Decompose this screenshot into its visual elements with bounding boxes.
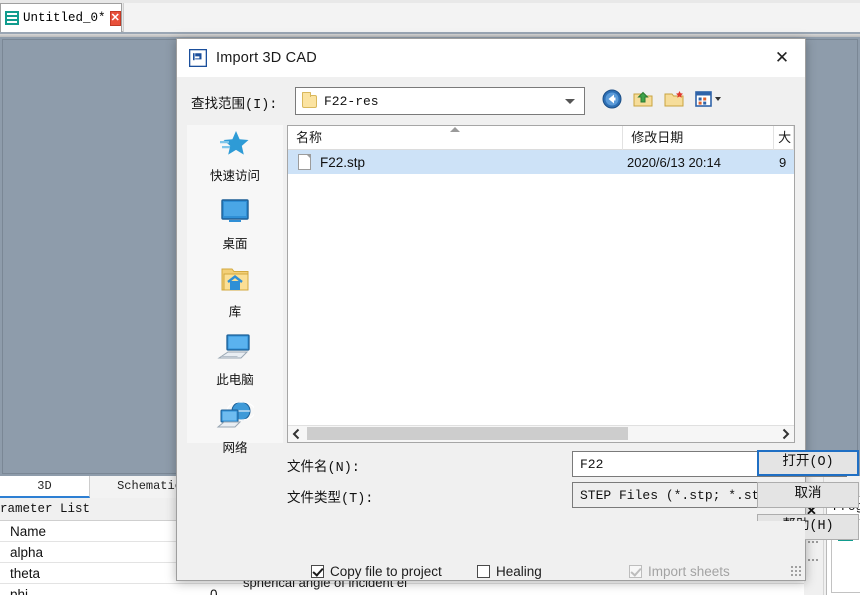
parameter-name: theta — [10, 566, 41, 581]
option-label: Copy file to project — [330, 564, 442, 579]
quick-access-star-icon — [216, 127, 254, 161]
place-label: 快速访问 — [209, 169, 260, 183]
place-libraries[interactable]: 库 — [187, 263, 283, 329]
column-header-size[interactable]: 大 — [774, 126, 794, 150]
navigation-toolbar — [601, 88, 721, 110]
filename-value: F22 — [580, 456, 604, 472]
folder-icon — [302, 91, 317, 108]
close-icon[interactable]: ✕ — [759, 39, 805, 77]
place-network[interactable]: 网络 — [187, 399, 283, 465]
close-icon[interactable]: ✕ — [109, 10, 121, 26]
parameter-name: alpha — [10, 545, 44, 560]
look-in-row: 查找范围(I): F22-res — [191, 87, 795, 117]
dialog-title: Import 3D CAD — [216, 50, 317, 66]
list-item[interactable]: F22.stp 2020/6/13 20:14 9 — [288, 150, 794, 174]
scrollbar-track[interactable] — [305, 426, 777, 442]
place-desktop[interactable]: 桌面 — [187, 195, 283, 261]
place-this-pc[interactable]: 此电脑 — [187, 331, 283, 397]
cancel-button[interactable]: 取消 — [757, 482, 859, 508]
new-folder-icon[interactable] — [663, 88, 685, 110]
dialog-title-bar[interactable]: Import 3D CAD ✕ — [177, 39, 805, 77]
look-in-value: F22-res — [324, 93, 379, 109]
place-quick-access[interactable]: 快速访问 — [187, 127, 283, 193]
place-label: 桌面 — [222, 237, 248, 251]
dock-grip[interactable] — [807, 558, 819, 562]
checkbox-icon[interactable] — [477, 565, 490, 578]
import-3d-cad-dialog: Import 3D CAD ✕ 查找范围(I): F22-res 快速访问 桌面… — [176, 38, 859, 595]
cad-app-icon — [188, 48, 208, 68]
option-import-sheets: Import sheets — [629, 564, 730, 579]
look-in-label: 查找范围(I): — [191, 98, 278, 113]
up-folder-icon[interactable] — [632, 88, 654, 110]
tab-3d[interactable]: 3D — [0, 476, 90, 498]
import-options: Copy file to project Scale to current un… — [177, 521, 805, 595]
resize-grip[interactable] — [790, 565, 802, 577]
parameter-name: phi — [10, 587, 29, 595]
back-arrow-icon[interactable] — [601, 88, 623, 110]
place-label: 库 — [228, 305, 242, 319]
filename-row: 文件名(N): F22 — [287, 451, 847, 477]
look-in-combobox[interactable]: F22-res — [295, 87, 585, 115]
document-icon — [5, 11, 19, 25]
chevron-right-icon[interactable] — [777, 426, 794, 442]
dock-grip[interactable] — [807, 540, 819, 544]
scrollbar-thumb[interactable] — [307, 427, 628, 440]
file-date: 2020/6/13 20:14 — [627, 154, 721, 170]
chevron-left-icon[interactable] — [288, 426, 305, 442]
dialog-body: 查找范围(I): F22-res 快速访问 桌面 库 此电脑 网络 名称 修改日… — [177, 77, 859, 595]
document-tab-untitled[interactable]: Untitled_0* ✕ — [0, 3, 122, 32]
file-name: F22.stp — [320, 154, 366, 170]
filetype-value: STEP Files (*.stp; *.step) — [580, 487, 783, 503]
tab-strip-empty-area — [123, 3, 860, 32]
libraries-folder-icon — [216, 263, 254, 297]
checkbox-icon[interactable] — [311, 565, 324, 578]
application-window: Untitled_0* ✕ 3D Schematic rameter List … — [0, 0, 860, 595]
views-grid-icon[interactable] — [694, 88, 721, 110]
horizontal-scrollbar[interactable] — [288, 425, 794, 442]
option-healing[interactable]: Healing — [477, 564, 542, 579]
network-icon — [216, 399, 256, 433]
document-tab-label: Untitled_0* — [23, 11, 106, 25]
option-label: Healing — [496, 564, 542, 579]
desktop-icon — [216, 195, 254, 229]
filename-label: 文件名(N): — [287, 461, 360, 476]
document-tab-strip: Untitled_0* ✕ — [0, 0, 860, 32]
place-label: 此电脑 — [216, 373, 254, 387]
option-copy-file-to-project[interactable]: Copy file to project — [311, 564, 442, 579]
filetype-row: 文件类型(T): STEP Files (*.stp; *.step) — [287, 482, 847, 508]
file-icon — [298, 154, 311, 170]
parameter-name: Name — [10, 524, 47, 539]
place-label: 网络 — [222, 441, 248, 455]
progress-panel: Prog — [826, 496, 860, 595]
file-list-header: 名称 修改日期 大 — [288, 126, 794, 150]
sort-ascending-icon — [450, 127, 460, 132]
checkbox-icon — [629, 565, 642, 578]
chevron-down-icon[interactable] — [565, 98, 575, 104]
column-header-date[interactable]: 修改日期 — [623, 126, 775, 150]
parameter-value: 0 — [210, 587, 218, 595]
this-pc-icon — [216, 331, 254, 365]
filetype-label: 文件类型(T): — [287, 492, 374, 507]
open-button[interactable]: 打开(O) — [757, 450, 859, 476]
file-size: 9 — [779, 154, 787, 170]
places-bar: 快速访问 桌面 库 此电脑 网络 — [187, 125, 283, 455]
file-list[interactable]: 名称 修改日期 大 F22.stp 2020/6/13 20:14 9 — [287, 125, 795, 443]
option-label: Import sheets — [648, 564, 730, 579]
